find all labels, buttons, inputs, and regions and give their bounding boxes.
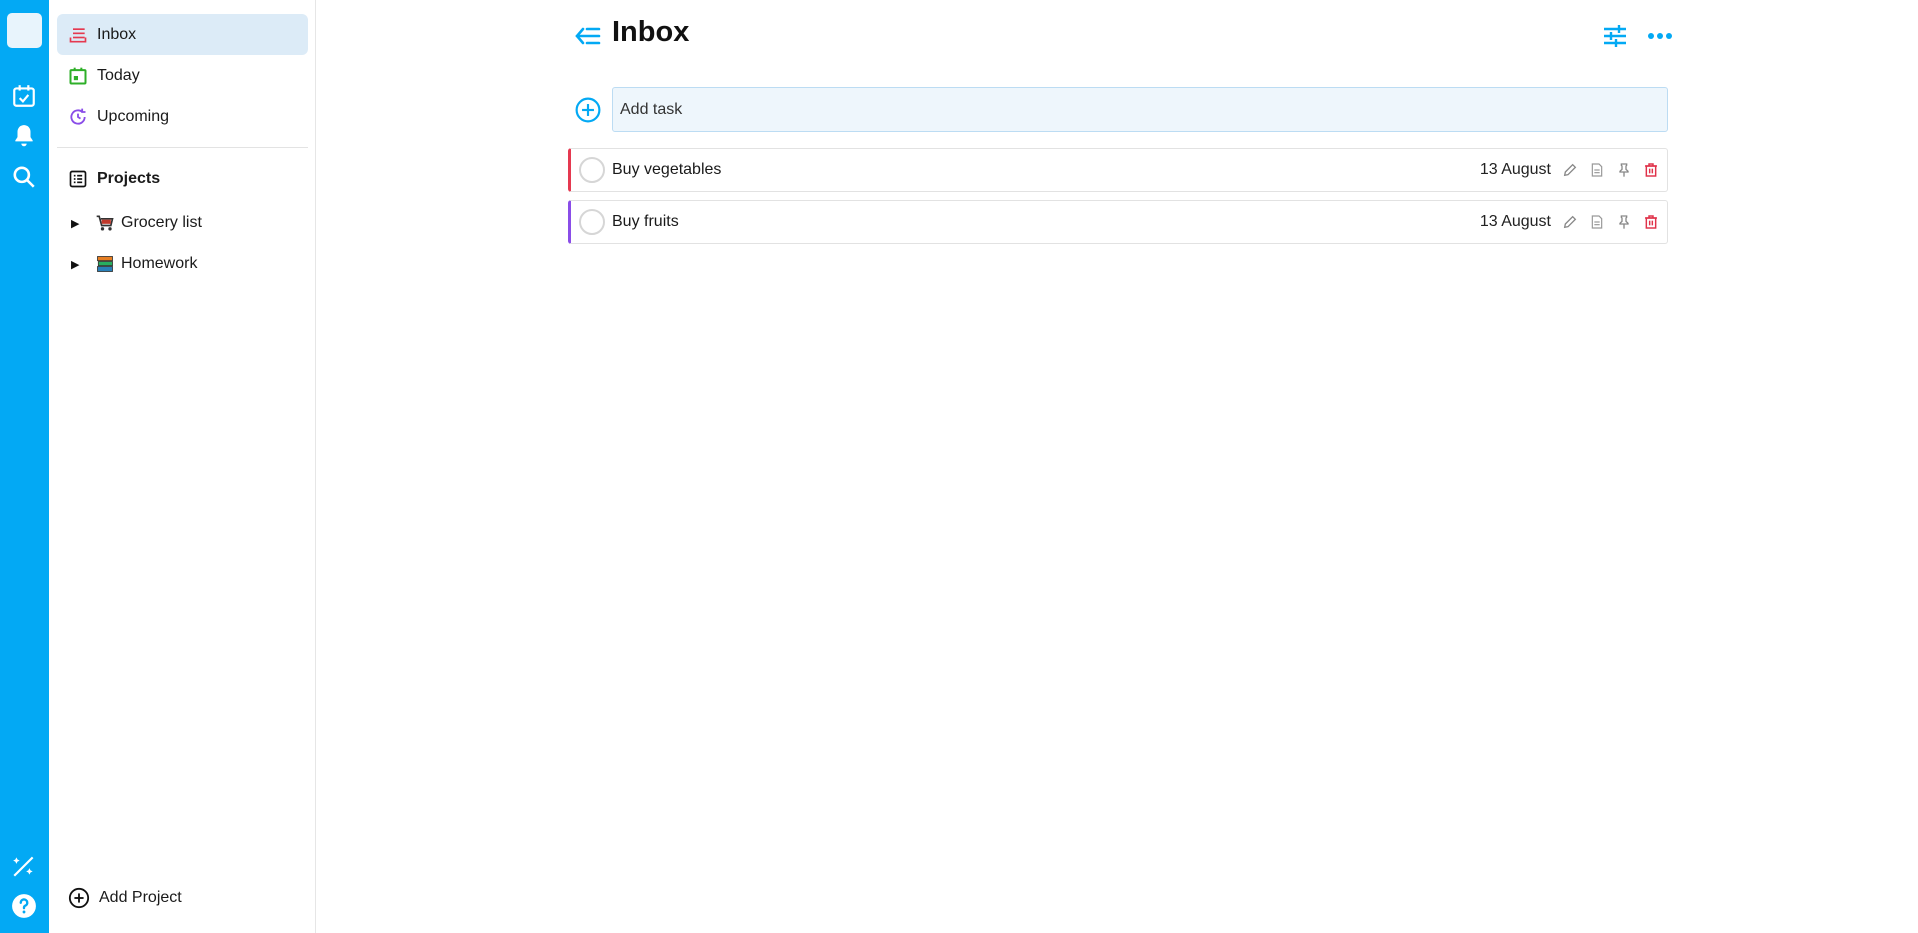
trash-icon[interactable]: [1640, 159, 1662, 181]
sidebar-item-upcoming[interactable]: Upcoming: [57, 96, 308, 137]
pencil-icon[interactable]: [1559, 211, 1581, 233]
task-complete-checkbox[interactable]: [579, 157, 605, 183]
pin-icon[interactable]: [1613, 211, 1635, 233]
more-options-icon[interactable]: [1645, 21, 1675, 51]
sidebar-item-today[interactable]: Today: [57, 55, 308, 96]
filter-sliders-icon[interactable]: [1600, 21, 1630, 51]
sidebar-item-label: Inbox: [97, 25, 137, 43]
add-task-input[interactable]: [612, 87, 1668, 132]
upcoming-clock-icon: [67, 106, 89, 128]
search-icon[interactable]: [10, 163, 38, 191]
icon-rail: [0, 0, 49, 933]
sidebar-item-inbox[interactable]: Inbox: [57, 14, 308, 55]
projects-list-icon: [67, 168, 89, 190]
task-item[interactable]: Buy fruits 13 August: [568, 200, 1668, 244]
note-icon[interactable]: [1586, 159, 1608, 181]
trash-icon[interactable]: [1640, 211, 1662, 233]
sidebar: Inbox Today Upcoming Projects ▶ Grocery …: [49, 0, 316, 933]
books-icon: [95, 254, 115, 274]
inbox-icon: [67, 24, 89, 46]
projects-label: Projects: [97, 170, 161, 187]
app-logo[interactable]: [7, 13, 42, 48]
bell-icon[interactable]: [10, 122, 38, 150]
calendar-check-icon[interactable]: [10, 82, 38, 110]
expand-triangle-icon[interactable]: ▶: [71, 258, 87, 271]
page-title: Inbox: [612, 16, 690, 48]
today-calendar-icon: [67, 65, 89, 87]
collapse-sidebar-button[interactable]: [574, 22, 602, 50]
task-name: Buy fruits: [612, 213, 679, 230]
add-task-plus-icon[interactable]: [574, 96, 602, 124]
plus-circle-icon: [67, 886, 91, 910]
add-project-label: Add Project: [99, 889, 182, 906]
sidebar-item-label: Today: [97, 66, 140, 84]
project-item-homework[interactable]: ▶ Homework: [71, 249, 197, 279]
project-label: Grocery list: [121, 214, 202, 231]
task-due-date: 13 August: [1479, 161, 1551, 178]
project-label: Homework: [121, 255, 198, 272]
add-task-row: [572, 87, 1668, 132]
expand-triangle-icon[interactable]: ▶: [71, 217, 87, 230]
pin-icon[interactable]: [1613, 159, 1635, 181]
shopping-cart-icon: [95, 213, 115, 233]
add-project-button[interactable]: Add Project: [67, 886, 182, 910]
projects-heading[interactable]: Projects: [67, 168, 160, 190]
main-header: Inbox: [570, 14, 1672, 58]
sidebar-item-label: Upcoming: [97, 107, 170, 125]
note-icon[interactable]: [1586, 211, 1608, 233]
pencil-icon[interactable]: [1559, 159, 1581, 181]
task-name: Buy vegetables: [612, 161, 722, 178]
wand-icon[interactable]: [10, 852, 38, 880]
task-item[interactable]: Buy vegetables 13 August: [568, 148, 1668, 192]
project-item-grocery-list[interactable]: ▶ Grocery list: [71, 208, 202, 238]
help-icon[interactable]: [10, 892, 38, 920]
task-due-date: 13 August: [1479, 213, 1551, 230]
sidebar-divider: [57, 147, 308, 148]
task-complete-checkbox[interactable]: [579, 209, 605, 235]
